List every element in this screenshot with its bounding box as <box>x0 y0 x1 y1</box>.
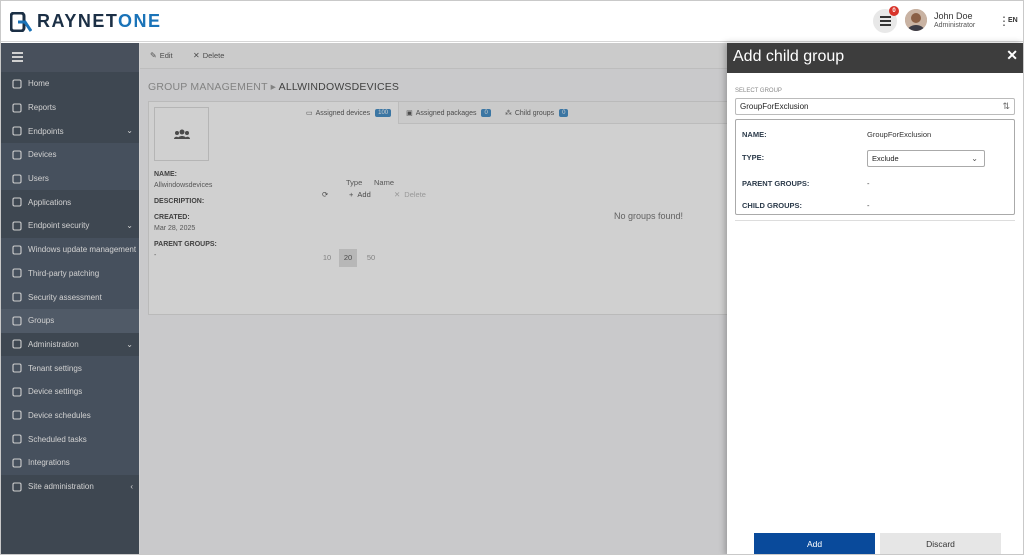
app-window: RAYNETONE 0 John Doe Administrator ⋮ EN <box>0 0 1024 555</box>
notification-badge: 0 <box>889 6 899 16</box>
group-detail-panel: NAME: GroupForExclusion TYPE: Exclude ⌄ … <box>735 119 1015 215</box>
select-group-label: SELECT GROUP <box>735 88 782 94</box>
detail-name-value: GroupForExclusion <box>867 130 932 139</box>
tasks-list-icon <box>879 16 891 26</box>
type-dropdown[interactable]: Exclude ⌄ <box>867 150 985 167</box>
dialog-divider <box>735 220 1015 221</box>
more-menu-icon[interactable]: ⋮ <box>998 14 1010 28</box>
close-icon[interactable]: ✕ <box>1006 47 1018 64</box>
type-dropdown-value: Exclude <box>872 154 899 163</box>
chevron-down-icon: ⌄ <box>971 154 978 163</box>
add-child-group-dialog: Add child group ✕ SELECT GROUP GroupForE… <box>727 43 1023 554</box>
avatar[interactable] <box>905 9 927 31</box>
user-name[interactable]: John Doe <box>934 11 973 21</box>
detail-name-label: NAME: <box>742 130 767 139</box>
sort-icon: ⇅ <box>1002 101 1010 111</box>
discard-button[interactable]: Discard <box>880 533 1001 554</box>
detail-child-groups-label: CHILD GROUPS: <box>742 201 802 210</box>
brand-logo[interactable]: RAYNETONE <box>10 11 162 32</box>
detail-child-groups-value: - <box>867 201 870 210</box>
detail-type-label: TYPE: <box>742 153 765 162</box>
add-button[interactable]: Add <box>754 533 875 554</box>
notifications-button[interactable]: 0 <box>873 6 899 33</box>
modal-overlay[interactable] <box>1 43 727 554</box>
top-header: RAYNETONE 0 John Doe Administrator ⋮ EN <box>1 1 1023 42</box>
raynet-logo-icon <box>10 11 32 32</box>
language-selector[interactable]: EN <box>1008 17 1018 24</box>
brand-name: RAYNETONE <box>37 11 162 31</box>
detail-parent-groups-label: PARENT GROUPS: <box>742 179 810 188</box>
select-group-value: GroupForExclusion <box>740 102 809 111</box>
dialog-title: Add child group <box>733 48 845 65</box>
user-role: Administrator <box>934 22 976 29</box>
dialog-header: Add child group ✕ <box>727 43 1023 73</box>
select-group-input[interactable]: GroupForExclusion ⇅ <box>735 98 1015 115</box>
user-photo-icon <box>905 9 927 31</box>
detail-parent-groups-value: - <box>867 179 870 188</box>
